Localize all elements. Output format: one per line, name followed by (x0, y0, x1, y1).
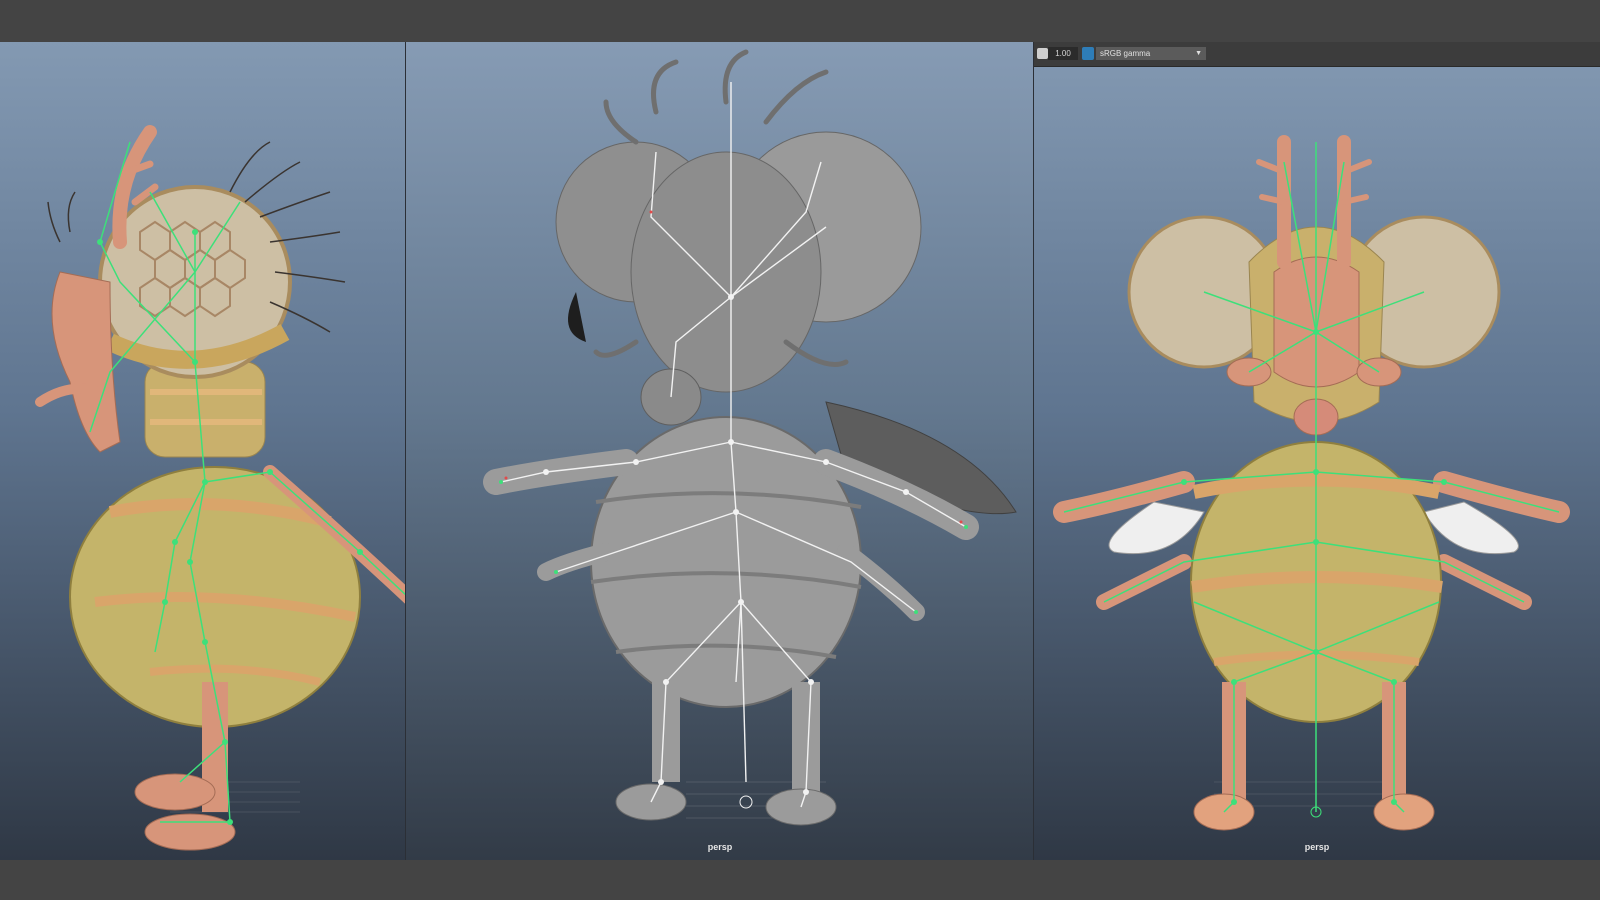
viewport-right-persp[interactable]: persp (1034, 42, 1600, 860)
fly-model-front (1053, 135, 1570, 831)
camera-label: persp (707, 842, 733, 852)
chevron-down-icon: ▼ (1195, 50, 1202, 57)
color-space-label: sRGB gamma (1100, 49, 1151, 58)
top-toolbar (0, 0, 1600, 42)
gamma-field[interactable]: 1.00 (1048, 47, 1078, 60)
color-space-dropdown[interactable]: sRGB gamma ▼ (1096, 47, 1206, 60)
camera-label: persp (1304, 842, 1330, 852)
fly-model-side (35, 125, 406, 851)
viewport-color-toolbar: 1.00 sRGB gamma ▼ (1034, 42, 1600, 67)
color-management-icon[interactable] (1082, 47, 1094, 60)
viewport-left-side-view[interactable] (0, 42, 406, 860)
exposure-icon[interactable] (1037, 48, 1048, 59)
fly-model-gray (483, 49, 1017, 826)
bottom-bar (0, 860, 1600, 900)
viewport-center-persp[interactable]: persp (406, 42, 1034, 860)
